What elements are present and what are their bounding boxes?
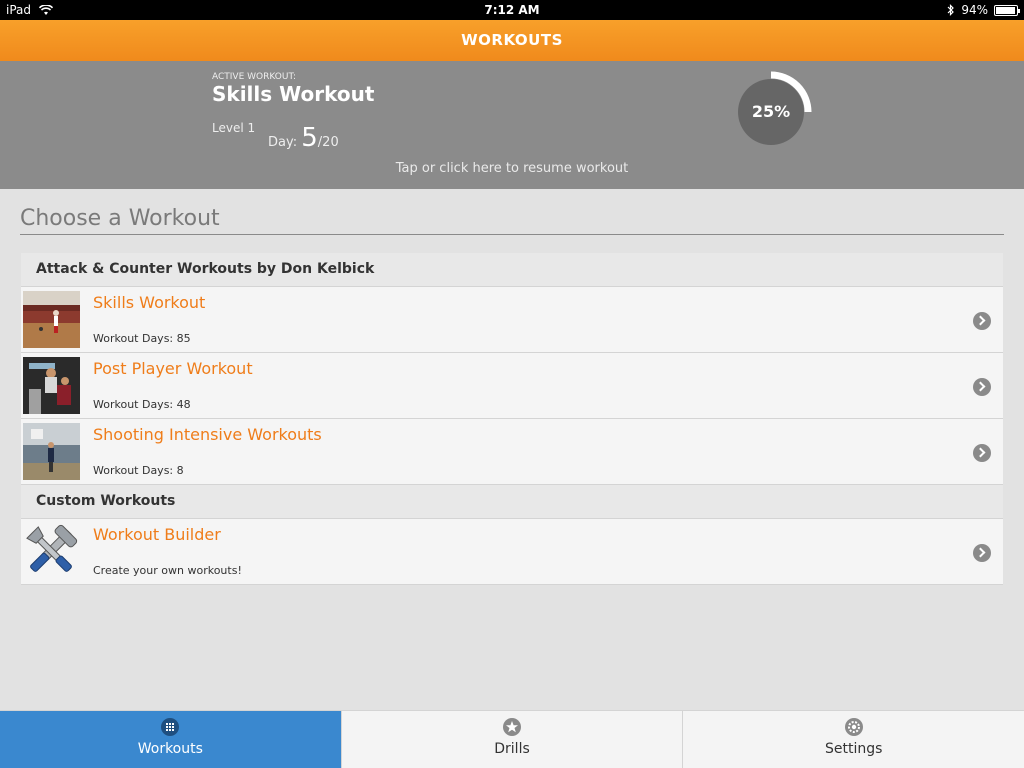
workout-item-skills[interactable]: Skills Workout Workout Days: 85 [21,287,1003,353]
active-workout-title: Skills Workout [212,82,375,106]
tab-bar: Workouts Drills Settings [0,710,1024,768]
workout-subtitle: Create your own workouts! [93,564,242,577]
workout-days: Workout Days: 48 [93,398,191,411]
active-workout-label: ACTIVE WORKOUT: [212,72,296,82]
workout-title: Workout Builder [93,525,221,544]
gear-icon [844,718,863,736]
tab-drills[interactable]: Drills [342,711,684,768]
workout-item-post-player[interactable]: Post Player Workout Workout Days: 48 [21,353,1003,419]
day-current: 5 [301,123,318,153]
active-workout-panel[interactable]: ACTIVE WORKOUT: Skills Workout Level 1 D… [0,61,1024,189]
tab-label: Drills [494,741,530,757]
progress-percent: 25% [751,102,791,121]
group-header-custom: Custom Workouts [21,485,1003,519]
choose-workout-heading: Choose a Workout [20,206,1004,235]
workout-item-builder[interactable]: Workout Builder Create your own workouts… [21,519,1003,585]
chevron-right-icon[interactable] [973,444,991,462]
skills-workout-thumbnail [23,291,80,348]
workout-item-shooting-intensive[interactable]: Shooting Intensive Workouts Workout Days… [21,419,1003,485]
chevron-right-icon[interactable] [973,378,991,396]
page-title: WORKOUTS [0,20,1024,61]
chevron-right-icon[interactable] [973,312,991,330]
level-label: Level 1 [212,121,256,135]
workout-title: Skills Workout [93,293,206,312]
tab-label: Settings [824,741,883,757]
bluetooth-icon [947,4,955,16]
status-bar: iPad 7:12 AM 94% [0,0,1024,20]
star-icon [503,718,521,736]
tab-label: Workouts [137,741,203,757]
workout-days: Workout Days: 85 [93,332,191,345]
battery-icon [994,4,1020,16]
battery-percent: 94% [961,3,988,17]
grid-icon [161,718,180,736]
shooting-workout-thumbnail [23,423,80,480]
resume-workout-link[interactable]: Tap or click here to resume workout [0,161,1024,176]
day-progress: Day: 5/20 [268,123,339,153]
workout-list: Attack & Counter Workouts by Don Kelbick… [21,253,1003,585]
tools-icon [23,523,80,580]
tab-settings[interactable]: Settings [683,711,1024,768]
day-total: /20 [317,135,339,150]
clock: 7:12 AM [484,3,540,17]
workout-title: Post Player Workout [93,359,253,378]
day-label: Day: [268,135,298,150]
chevron-right-icon[interactable] [973,544,991,562]
group-header-attack-counter: Attack & Counter Workouts by Don Kelbick [21,253,1003,287]
tab-workouts[interactable]: Workouts [0,711,342,768]
workout-days: Workout Days: 8 [93,464,184,477]
post-player-workout-thumbnail [23,357,80,414]
workout-title: Shooting Intensive Workouts [93,425,322,444]
